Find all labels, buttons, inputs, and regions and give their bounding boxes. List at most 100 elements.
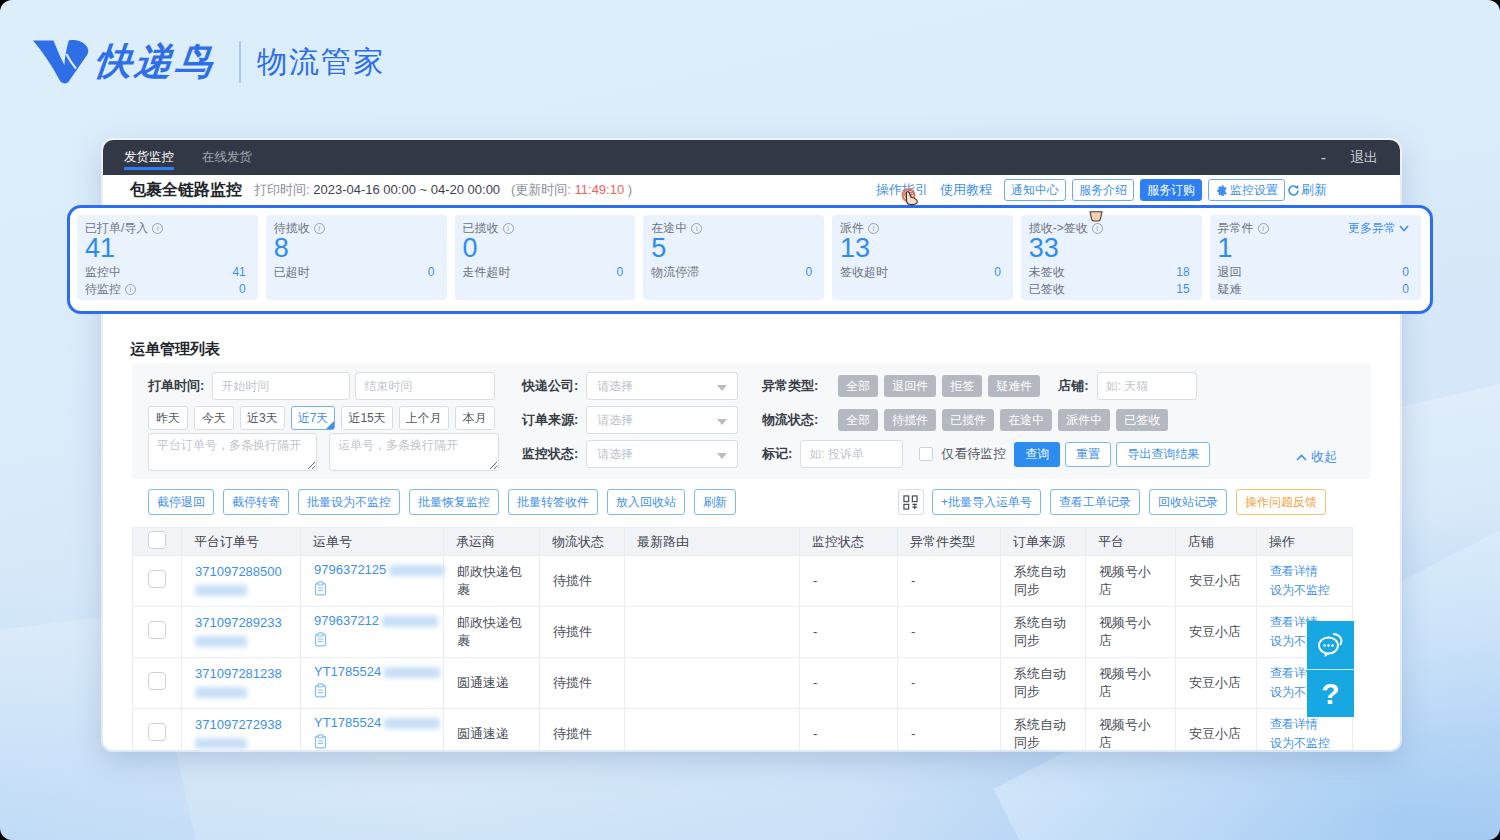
number-textarea-row: [148, 433, 522, 471]
action-批量转签收件[interactable]: 批量转签收件: [508, 489, 598, 515]
express-company-row: 快递公司: 请选择: [522, 372, 762, 400]
order-number-link[interactable]: 371097281238: [195, 666, 282, 681]
link-tutorial[interactable]: 使用教程: [940, 181, 992, 199]
privacy-blur: [382, 616, 438, 627]
info-icon[interactable]: i: [1258, 223, 1269, 234]
logout-button[interactable]: 退出: [1350, 149, 1378, 167]
monitor-status-select[interactable]: 请选择: [586, 440, 738, 468]
stat-card-6: 揽收->签收i33未签收18已签收15: [1021, 215, 1202, 300]
express-company-select[interactable]: 请选择: [586, 372, 738, 400]
logistics-chip-在途中[interactable]: 在途中: [1000, 409, 1052, 431]
copy-icon[interactable]: [314, 734, 327, 749]
stat-card-title-row: 待揽收i: [274, 221, 435, 235]
abnormal-chip-全部[interactable]: 全部: [838, 375, 878, 397]
action-查看工单记录[interactable]: 查看工单记录: [1050, 489, 1140, 515]
copy-icon[interactable]: [314, 581, 327, 596]
quick-date-近15天[interactable]: 近15天: [341, 406, 392, 430]
action-截停退回[interactable]: 截停退回: [148, 489, 214, 515]
cell-status: 待揽件: [540, 607, 625, 658]
abnormal-chip-疑难件[interactable]: 疑难件: [988, 375, 1040, 397]
copy-icon[interactable]: [314, 632, 327, 647]
op-link-查看详情[interactable]: 查看详情: [1270, 715, 1339, 734]
stat-subrow: 走件超时0: [463, 264, 624, 281]
info-icon[interactable]: i: [1092, 223, 1103, 234]
platform-order-textarea[interactable]: [148, 433, 317, 471]
tour-highlight-box: 已打单/导入i41监控中41待监控i0待揽收i8已超时0已揽收i0走件超时0在途…: [67, 205, 1433, 314]
action-放入回收站[interactable]: 放入回收站: [607, 489, 685, 515]
select-all-checkbox[interactable]: [148, 531, 166, 549]
stat-subrow-label: 疑难: [1218, 281, 1242, 298]
collapse-link[interactable]: 收起: [1296, 448, 1337, 466]
op-link-查看详情[interactable]: 查看详情: [1270, 562, 1339, 581]
action-回收站记录[interactable]: 回收站记录: [1149, 489, 1227, 515]
service-intro-button[interactable]: 服务介绍: [1072, 179, 1134, 201]
waybill-number-link[interactable]: YT1785524: [314, 664, 381, 679]
notify-center-label: 通知中心: [1011, 180, 1059, 200]
shop-input[interactable]: [1097, 372, 1197, 400]
mark-input[interactable]: [800, 440, 903, 468]
op-link-设为不监控[interactable]: 设为不监控: [1270, 581, 1339, 600]
order-number-link[interactable]: 371097272938: [195, 717, 282, 732]
notify-center-button[interactable]: 通知中心: [1004, 179, 1066, 201]
logistics-chip-派件中[interactable]: 派件中: [1058, 409, 1110, 431]
waybill-number-link[interactable]: 9796372125: [314, 562, 386, 577]
minimize-button[interactable]: -: [1321, 148, 1326, 168]
waybill-textarea[interactable]: [329, 433, 499, 471]
cell-shop: 安豆小店: [1176, 556, 1257, 607]
row-checkbox[interactable]: [148, 621, 166, 639]
order-number-link[interactable]: 371097289233: [195, 615, 282, 630]
quick-date-近3天[interactable]: 近3天: [240, 406, 285, 430]
logistics-chip-已签收[interactable]: 已签收: [1116, 409, 1168, 431]
action-刷新[interactable]: 刷新: [694, 489, 736, 515]
export-button[interactable]: 导出查询结果: [1116, 442, 1210, 467]
refresh-link[interactable]: 刷新: [1287, 181, 1327, 199]
abnormal-chip-退回件[interactable]: 退回件: [884, 375, 936, 397]
action-+批量导入运单号[interactable]: +批量导入运单号: [932, 489, 1041, 515]
more-abnormal-link[interactable]: 更多异常: [1348, 221, 1409, 235]
service-order-button[interactable]: 服务订购: [1140, 179, 1202, 201]
tab-shipping-monitor[interactable]: 发货监控: [124, 140, 174, 175]
info-icon[interactable]: i: [691, 223, 702, 234]
quick-date-近7天[interactable]: 近7天: [291, 406, 336, 430]
cell-source: 系统自动同步: [1001, 709, 1086, 751]
monitor-settings-button[interactable]: 监控设置: [1208, 179, 1285, 201]
quick-date-上个月[interactable]: 上个月: [399, 406, 449, 430]
query-button[interactable]: 查询: [1014, 442, 1060, 467]
waybill-number-link[interactable]: YT1785524: [314, 715, 381, 730]
cell-source: 系统自动同步: [1001, 607, 1086, 658]
row-checkbox[interactable]: [148, 723, 166, 741]
logistics-chip-待揽件[interactable]: 待揽件: [884, 409, 936, 431]
customer-service-button[interactable]: [1307, 621, 1354, 669]
reset-button[interactable]: 重置: [1065, 442, 1111, 467]
action-批量恢复监控[interactable]: 批量恢复监控: [409, 489, 499, 515]
waybill-number-link[interactable]: 979637212: [314, 613, 379, 628]
quick-date-今天[interactable]: 今天: [194, 406, 234, 430]
order-source-select[interactable]: 请选择: [586, 406, 738, 434]
row-checkbox[interactable]: [148, 570, 166, 588]
action-截停转寄[interactable]: 截停转寄: [223, 489, 289, 515]
cell-monitor: -: [800, 709, 898, 751]
scan-import-button[interactable]: [898, 489, 924, 515]
action-批量设为不监控[interactable]: 批量设为不监控: [298, 489, 400, 515]
info-icon[interactable]: i: [503, 223, 514, 234]
tab-online-shipping[interactable]: 在线发货: [202, 140, 252, 175]
info-icon[interactable]: i: [152, 223, 163, 234]
feedback-button[interactable]: 操作问题反馈: [1236, 489, 1326, 515]
row-checkbox[interactable]: [148, 672, 166, 690]
start-time-input[interactable]: [212, 372, 350, 400]
help-button[interactable]: ?: [1307, 669, 1354, 717]
only-monitor-checkbox[interactable]: [919, 447, 933, 461]
info-icon[interactable]: i: [314, 223, 325, 234]
abnormal-chip-拒签[interactable]: 拒签: [942, 375, 982, 397]
order-number-link[interactable]: 371097288500: [195, 564, 282, 579]
filter-panel: 打单时间: 昨天今天近3天近7天近15天上个月本月 快递公司: 请选择: [132, 363, 1371, 479]
end-time-input[interactable]: [355, 372, 495, 400]
logistics-chip-已揽件[interactable]: 已揽件: [942, 409, 994, 431]
copy-icon[interactable]: [314, 683, 327, 698]
op-link-设为不监控[interactable]: 设为不监控: [1270, 734, 1339, 750]
quick-date-本月[interactable]: 本月: [455, 406, 495, 430]
quick-date-昨天[interactable]: 昨天: [148, 406, 188, 430]
info-icon[interactable]: i: [125, 284, 136, 295]
logistics-chip-全部[interactable]: 全部: [838, 409, 878, 431]
info-icon[interactable]: i: [868, 223, 879, 234]
